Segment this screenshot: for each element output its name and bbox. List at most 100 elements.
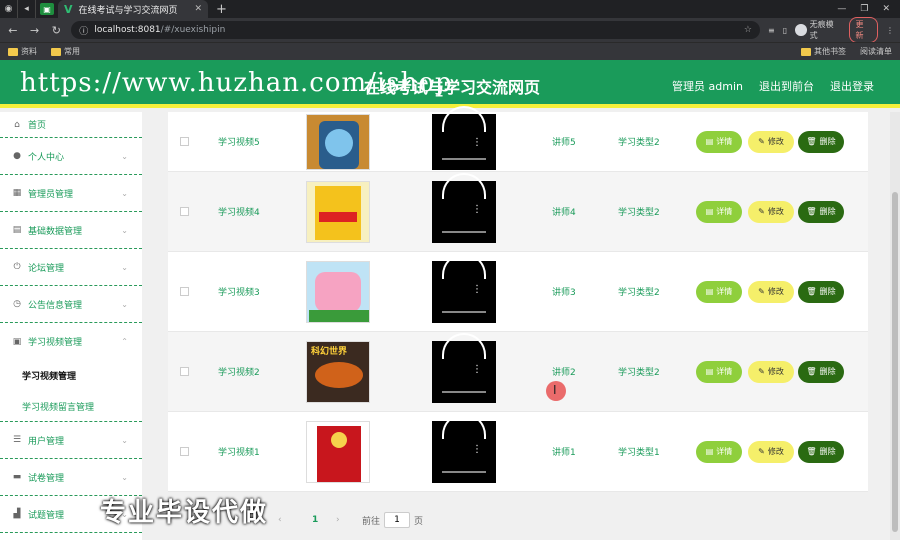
row-checkbox[interactable] [180,367,189,376]
sidebar-item-papers[interactable]: ▬ 试卷管理 ⌄ [0,459,142,496]
next-page-button[interactable]: › [336,515,340,525]
browser-icon[interactable]: ◉ [0,0,18,18]
kebab-icon[interactable]: ⋮ [472,444,482,455]
video-player[interactable]: ⋮ [432,106,496,170]
delete-button[interactable]: 🗑 删除 [798,280,844,303]
edit-button[interactable]: ✎ 修改 [748,360,794,383]
close-window-icon[interactable]: ✕ [882,4,890,14]
sidebar-item-notice[interactable]: ◷ 公告信息管理 ⌄ [0,286,142,323]
chevron-down-icon: ⌄ [121,435,128,445]
browser-tab-bar: ◉ ◂ ▣ V 在线考试与学习交流网页 ✕ + — ❐ ✕ [0,0,900,18]
user-icon: ● [13,151,21,161]
cover-image: 科幻世界 [306,340,370,403]
back-to-front-link[interactable]: 退出到前台 [759,78,814,94]
cell-video-name: 学习视频1 [218,448,260,458]
goto-page-input[interactable] [384,512,411,528]
header-links: 管理员 admin 退出到前台 退出登录 [672,78,874,94]
chevron-down-icon: ⌄ [121,151,128,161]
logout-link[interactable]: 退出登录 [830,78,874,94]
bookmark-folder-changyong[interactable]: 常用 [51,46,80,57]
row-checkbox[interactable] [180,287,189,296]
bookmark-folder-ziliao[interactable]: 资料 [8,46,37,57]
text-cursor-icon: I [553,383,557,397]
detail-button[interactable]: ▤ 详情 [696,280,742,303]
doc-icon: ▤ [705,367,714,376]
sidebar-item-admin[interactable]: ▦ 管理员管理 ⌄ [0,175,142,212]
video-player[interactable]: ⋮ [432,172,496,243]
video-player[interactable]: ⋮ [432,332,496,403]
submenu-video-comment[interactable]: 学习视频留言管理 [0,391,142,422]
new-tab-icon[interactable]: + [216,2,227,17]
minimize-icon[interactable]: — [837,4,846,14]
incognito-icon [795,24,807,36]
scroll-thumb[interactable] [892,192,898,532]
reading-list-icon[interactable]: ≡ [768,26,775,35]
sidebar-item-home[interactable]: ⌂ 首页 [0,112,142,138]
detail-button[interactable]: ▤ 详情 [696,440,742,463]
edit-button[interactable]: ✎ 修改 [748,280,794,303]
update-button[interactable]: 更新 [848,17,878,43]
pinned-tab-icon[interactable]: ▣ [40,3,54,15]
audio-icon[interactable]: ◂ [18,0,36,18]
forward-icon[interactable]: → [28,24,42,37]
edit-button[interactable]: ✎ 修改 [748,200,794,223]
table-row: 学习视频3 ⋮ 讲师3 学习类型2 ▤ 详情 ✎ 修改 🗑 删除 [168,252,868,332]
cover-image [306,260,370,323]
delete-button[interactable]: 🗑 删除 [798,130,844,153]
chevron-down-icon: ⌄ [121,472,128,482]
incognito-indicator[interactable]: 无痕模式 [795,19,840,41]
url-input[interactable]: ⓘ localhost:8081/#/xuexishipin ☆ [71,21,760,39]
bookmark-star-icon[interactable]: ☆ [744,25,752,35]
detail-button[interactable]: ▤ 详情 [696,360,742,383]
cell-teacher: 讲师4 [552,208,576,218]
window-controls: — ❐ ✕ [837,4,900,14]
menu-kebab-icon[interactable]: ⋮ [886,26,894,35]
submenu-video-manage[interactable]: 学习视频管理 [0,360,142,391]
delete-button[interactable]: 🗑 删除 [798,440,844,463]
chevron-down-icon: ⌄ [121,262,128,272]
cell-video-name: 学习视频2 [218,368,260,378]
row-checkbox[interactable] [180,137,189,146]
tab-close-icon[interactable]: ✕ [194,4,202,14]
maximize-icon[interactable]: ❐ [860,4,868,14]
row-checkbox[interactable] [180,447,189,456]
delete-button[interactable]: 🗑 删除 [798,200,844,223]
sidebar-item-profile[interactable]: ● 个人中心 ⌄ [0,138,142,175]
page-number-current[interactable]: 1 [312,515,318,525]
back-icon[interactable]: ← [6,24,20,37]
delete-button[interactable]: 🗑 删除 [798,360,844,383]
bookmarks-bar: 资料 常用 其他书签 阅读清单 [0,42,900,60]
admin-label: 管理员 admin [672,80,743,93]
prev-page-button[interactable]: ‹ [278,515,282,525]
row-checkbox[interactable] [180,207,189,216]
clipboard-icon: ▤ [12,225,22,235]
reload-icon[interactable]: ↻ [50,24,64,37]
edit-button[interactable]: ✎ 修改 [748,440,794,463]
sidebar-item-video[interactable]: ▣ 学习视频管理 ⌃ [0,323,142,360]
profile-icon[interactable]: ▯ [783,26,787,35]
tab-active[interactable]: V 在线考试与学习交流网页 ✕ [58,0,208,18]
kebab-icon[interactable]: ⋮ [472,364,482,375]
kebab-icon[interactable]: ⋮ [472,284,482,295]
table-row: 学习视频4 ⋮ 讲师4 学习类型2 ▤ 详情 ✎ 修改 🗑 删除 [168,172,868,252]
chevron-down-icon: ⌄ [121,225,128,235]
watermark-url: https://www.huzhan.com/ishop [20,68,453,98]
page-scrollbar[interactable] [890,112,900,540]
video-player[interactable]: ⋮ [432,412,496,483]
grid-icon: ▦ [12,188,22,198]
bookmark-folder-other[interactable]: 其他书签 [801,46,846,57]
detail-button[interactable]: ▤ 详情 [696,200,742,223]
info-icon[interactable]: ⓘ [79,24,88,37]
sidebar-item-basic-data[interactable]: ▤ 基础数据管理 ⌄ [0,212,142,249]
chevron-down-icon: ⌄ [121,188,128,198]
reading-list-button[interactable]: 阅读清单 [860,46,892,57]
edit-button[interactable]: ✎ 修改 [748,130,794,153]
sidebar-item-forum[interactable]: ⏻ 论坛管理 ⌄ [0,249,142,286]
toolbar-right: ≡ ▯ 无痕模式 更新 ⋮ [768,17,894,43]
power-icon: ⏻ [13,262,21,272]
kebab-icon[interactable]: ⋮ [472,138,482,148]
detail-button[interactable]: ▤ 详情 [696,130,742,153]
sidebar-item-users[interactable]: ☰ 用户管理 ⌄ [0,422,142,459]
kebab-icon[interactable]: ⋮ [472,204,482,215]
video-player[interactable]: ⋮ [432,252,496,323]
